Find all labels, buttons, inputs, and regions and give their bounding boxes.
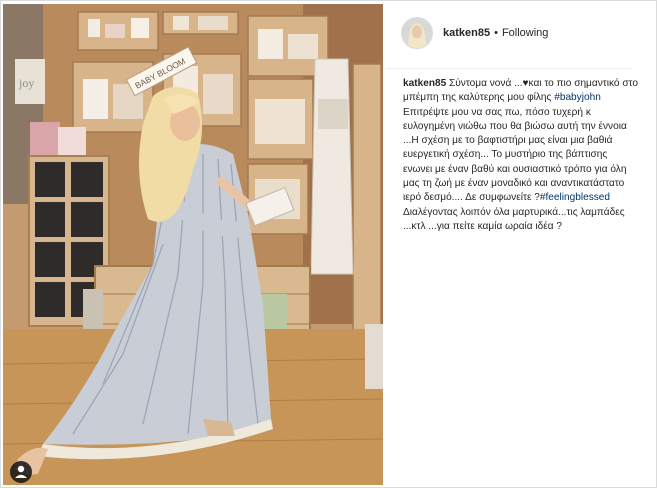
caption-username[interactable]: katken85 xyxy=(403,78,446,89)
separator-dot: • xyxy=(494,27,498,39)
caption-text-2: Επιτρέψτε μου να σας πω, πόσο τυχερή κ ε… xyxy=(403,106,627,204)
person-tag-icon[interactable] xyxy=(10,461,32,483)
post-caption: katken85 Σύντομα νονά ...♥και το πιο σημ… xyxy=(403,77,639,234)
sign-joy: joy xyxy=(18,76,34,90)
hashtag-babyjohn[interactable]: #babyjohn xyxy=(554,92,601,103)
instagram-post: joy BABY BLOOM katken85 • Following katk… xyxy=(0,0,657,488)
caption-text-3: Διαλέγοντας λοιπόν όλα μαρτυρικά...τις λ… xyxy=(403,206,625,232)
post-photo[interactable]: joy BABY BLOOM xyxy=(3,4,383,485)
following-button[interactable]: Following xyxy=(502,27,548,39)
caption-text-1: Σύντομα νονά ... xyxy=(449,78,523,89)
hashtag-feelingblessed[interactable]: #feelingblessed xyxy=(540,192,610,203)
caption-fade xyxy=(385,297,641,311)
post-header: katken85 • Following xyxy=(401,15,548,51)
header-divider xyxy=(386,68,633,69)
avatar[interactable] xyxy=(401,17,433,49)
username-link[interactable]: katken85 xyxy=(443,27,490,39)
